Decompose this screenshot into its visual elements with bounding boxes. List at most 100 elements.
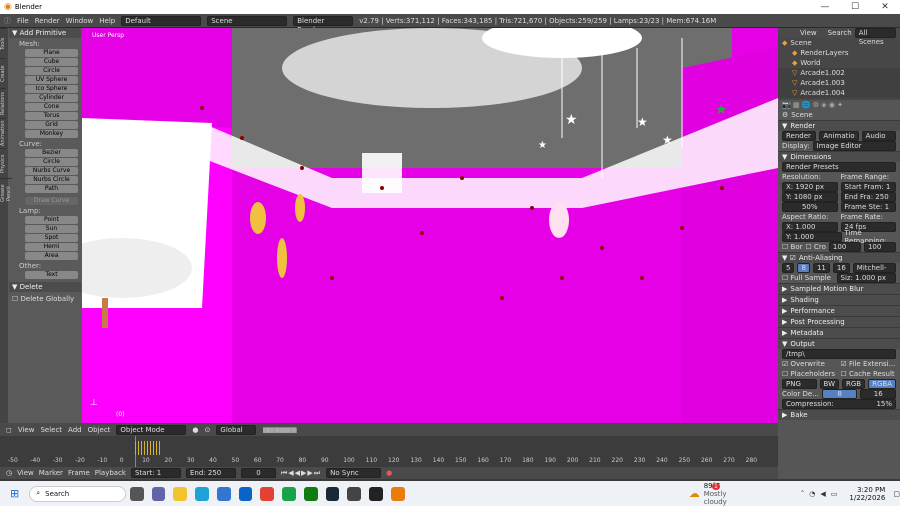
add-bezier-button[interactable]: Bezier	[25, 149, 78, 157]
toolshelf-tab-relations[interactable]: Relations	[0, 88, 6, 118]
display-selector[interactable]: Image Editor	[812, 141, 896, 151]
add-path-button[interactable]: Path	[25, 185, 78, 193]
add-cone-button[interactable]: Cone	[25, 103, 78, 111]
border-checkbox[interactable]: ☐ Bor	[782, 243, 802, 251]
record-icon[interactable]: ●	[386, 469, 392, 477]
menu-object[interactable]: Object	[88, 426, 111, 434]
outliner-display-mode[interactable]: All Scenes	[854, 28, 896, 46]
edge-icon[interactable]	[195, 486, 209, 501]
placeholders-checkbox[interactable]: ☐ Placeholders	[782, 370, 838, 378]
menu-window[interactable]: Window	[66, 17, 94, 25]
add-plane-button[interactable]: Plane	[25, 49, 78, 57]
scene-selector[interactable]: Scene	[207, 15, 288, 26]
add-uv-sphere-button[interactable]: UV Sphere	[25, 76, 78, 84]
outliner-item[interactable]: ▽ Arcade1.003	[778, 78, 900, 88]
resolution-y-field[interactable]: Y: 1080 px	[782, 192, 838, 202]
aa-16-button[interactable]: 16	[832, 263, 850, 273]
menu-render[interactable]: Render	[35, 17, 60, 25]
maximize-button[interactable]: ☐	[840, 2, 870, 12]
add-draw-curve-button[interactable]: Draw Curve	[25, 197, 78, 205]
timeline-area[interactable]: -50 -40 -30 -20 -10 0 10 20 30 40 50 60 70 80 90 100 110…	[0, 436, 778, 467]
output-path-field[interactable]: /tmp\	[782, 349, 896, 359]
pivot-icon[interactable]: ⊙	[205, 426, 211, 434]
menu-add[interactable]: Add	[68, 426, 82, 434]
layout-selector[interactable]: Default	[121, 15, 202, 26]
panel-header-post-processing[interactable]: ▶ Post Processing	[778, 316, 900, 327]
remap-new-field[interactable]: 100	[863, 242, 896, 252]
render-audio-button[interactable]: Audio	[861, 131, 897, 141]
properties-context-tabs[interactable]: 📷 ▦ 🌐 ⚙ ◈ ◉ ✦	[778, 100, 900, 110]
wifi-icon[interactable]: ◔	[809, 490, 815, 498]
sheets-icon[interactable]	[282, 486, 296, 501]
filter-size-field[interactable]: Siz: 1.000 px	[836, 273, 896, 283]
add-cube-button[interactable]: Cube	[25, 58, 78, 66]
playback-controls[interactable]: ⏮◀◀▶▶⏭	[281, 469, 321, 478]
delete-globally-button[interactable]: ☐ Delete Globally	[12, 295, 81, 303]
aa-5-button[interactable]: 5	[782, 263, 795, 273]
menu-playback[interactable]: Playback	[95, 469, 126, 477]
render-animation-button[interactable]: Animatio	[819, 131, 859, 141]
add-primitive-panel-header[interactable]: ▼ Add Primitive	[9, 28, 81, 38]
render-engine-selector[interactable]: Blender Render	[293, 15, 354, 34]
taskbar-search-box[interactable]: ⌕ Search	[29, 485, 126, 502]
layers-grid[interactable]: ▦▦▦▦▦▦	[262, 426, 297, 434]
current-frame-field[interactable]: 0	[240, 468, 276, 478]
add-sun-button[interactable]: Sun	[25, 225, 78, 233]
depth-16-button[interactable]: 16	[860, 389, 896, 399]
toolshelf-tab-create[interactable]: Create	[0, 58, 6, 88]
menu-marker[interactable]: Marker	[39, 469, 63, 477]
minimize-button[interactable]: —	[810, 2, 840, 12]
speaker-icon[interactable]: ◀	[820, 490, 825, 498]
render-button[interactable]: Render	[782, 131, 817, 141]
resolution-x-field[interactable]: X: 1920 px	[782, 182, 838, 192]
xbox-icon[interactable]	[303, 486, 318, 501]
toolshelf-tabs[interactable]: Tools Create Relations Animation Physics Grea…	[0, 28, 12, 423]
teams-icon[interactable]	[151, 486, 166, 501]
transform-orientation-selector[interactable]: Global	[216, 424, 257, 435]
system-tray[interactable]: ˄ ◔ ◀ ▭	[801, 490, 838, 498]
menu-file[interactable]: File	[17, 17, 29, 25]
add-cylinder-button[interactable]: Cylinder	[25, 94, 78, 102]
outliner-view-menu[interactable]: View	[800, 29, 817, 37]
cache-result-checkbox[interactable]: ☐ Cache Result	[841, 370, 897, 378]
dimensions-panel-header[interactable]: ▼ Dimensions	[778, 151, 900, 162]
add-spot-button[interactable]: Spot	[25, 234, 78, 242]
editor-type-timeline-icon[interactable]: ◷	[6, 469, 12, 477]
file-explorer-icon[interactable]	[173, 486, 188, 501]
add-hemi-button[interactable]: Hemi	[25, 243, 78, 251]
render-panel-header[interactable]: ▼ Render	[778, 120, 900, 131]
outliner-search-menu[interactable]: Search	[828, 29, 852, 37]
file-extensions-checkbox[interactable]: ☑ File Extensi...	[841, 360, 897, 368]
chevron-up-icon[interactable]: ˄	[801, 490, 805, 498]
start-frame-prop-field[interactable]: Start Fram: 1	[840, 182, 896, 192]
sync-mode-selector[interactable]: No Sync	[326, 468, 382, 478]
editor-type-icon[interactable]: ⓘ	[4, 16, 11, 26]
add-nurbs-curve-button[interactable]: Nurbs Curve	[25, 167, 78, 175]
menu-timeline-view[interactable]: View	[17, 469, 34, 477]
terminal-icon[interactable]	[369, 486, 383, 501]
compression-slider[interactable]: Compression: 15%	[782, 399, 896, 409]
color-rgba-button[interactable]: RGBA	[868, 379, 896, 389]
aspect-y-field[interactable]: Y: 1.000	[782, 232, 842, 242]
add-point-button[interactable]: Point	[25, 216, 78, 224]
add-monkey-button[interactable]: Monkey	[25, 130, 78, 138]
store-icon[interactable]	[216, 486, 231, 501]
battery-icon[interactable]: ▭	[831, 490, 838, 498]
steam-icon[interactable]	[325, 486, 340, 501]
viewport-shading-icon[interactable]: ●	[192, 426, 198, 434]
mail-icon[interactable]	[238, 486, 253, 501]
add-nurbs-circle-button[interactable]: Nurbs Circle	[25, 176, 78, 184]
task-view-icon[interactable]	[129, 486, 144, 501]
outliner-item[interactable]: ▽ Arcade1.002	[778, 68, 900, 78]
blender-taskbar-icon[interactable]	[390, 486, 405, 501]
file-format-selector[interactable]: PNG	[782, 379, 817, 389]
windows-start-icon[interactable]: ⊞	[10, 487, 19, 500]
aa-filter-selector[interactable]: Mitchell-Netr...	[852, 263, 896, 281]
toolshelf-tab-physics[interactable]: Physics	[0, 148, 6, 178]
toolshelf-tab-tools[interactable]: Tools	[0, 28, 6, 58]
panel-header-shading[interactable]: ▶ Shading	[778, 294, 900, 305]
menu-frame[interactable]: Frame	[68, 469, 90, 477]
output-panel-header[interactable]: ▼ Output	[778, 338, 900, 349]
panel-header-metadata[interactable]: ▶ Metadata	[778, 327, 900, 338]
end-frame-prop-field[interactable]: End Fra: 250	[840, 192, 896, 202]
